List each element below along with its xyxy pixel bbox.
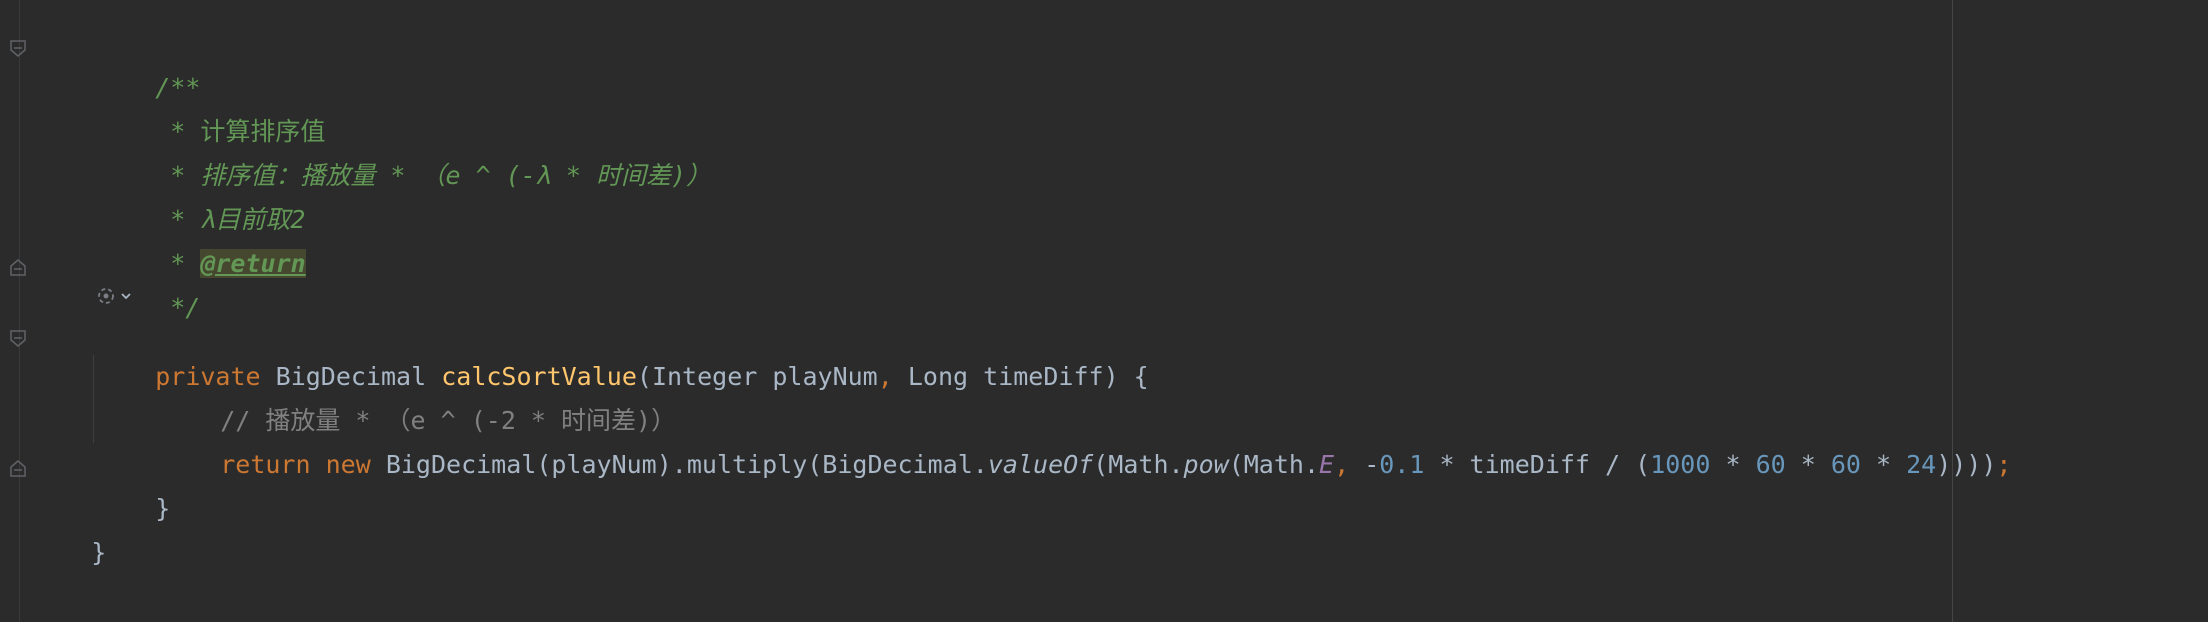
fold-icon[interactable] <box>10 35 26 57</box>
fold-icon[interactable] <box>10 454 26 477</box>
number-literal: 1000 <box>1650 450 1711 479</box>
fold-icon[interactable] <box>10 325 26 347</box>
code-segment: * <box>1860 450 1907 479</box>
code-segment: * <box>1785 450 1831 479</box>
code-segment: )))) <box>1936 450 1997 479</box>
code-line-3[interactable]: * 排序值：播放量 * （e ^ (-λ * 时间差)） <box>110 110 711 190</box>
param-type-2: Long <box>907 362 969 391</box>
number-literal: 60 <box>1755 450 1786 479</box>
chevron-down-icon[interactable] <box>119 285 133 307</box>
arg-comma: , <box>1334 450 1350 479</box>
code-line-4[interactable]: * λ目前取2 <box>110 154 305 234</box>
code-line-7[interactable]: private BigDecimal calcSortValue(Integer… <box>95 311 1149 391</box>
statement-semicolon: ; <box>1996 450 2012 479</box>
number-literal: 0.1 <box>1379 450 1425 479</box>
indent-guide <box>93 355 94 443</box>
param-comma: , <box>877 362 893 391</box>
class-close-brace: } <box>91 538 107 567</box>
code-line-5[interactable]: * @return <box>110 198 306 278</box>
code-segment: (Math. <box>1093 450 1184 479</box>
keyword-return: return <box>220 450 311 479</box>
number-literal: 60 <box>1830 450 1861 479</box>
fold-icon[interactable] <box>10 253 26 276</box>
number-literal: 24 <box>1906 450 1937 479</box>
code-segment: * <box>1710 450 1756 479</box>
param-name-1: playNum <box>772 362 878 391</box>
ai-assistant-icon[interactable] <box>95 284 139 308</box>
right-margin-guide <box>1952 0 1953 622</box>
code-line-2[interactable]: * 计算排序值 <box>110 66 325 146</box>
code-segment: * timeDiff / ( <box>1424 450 1651 479</box>
code-line-8[interactable]: // 播放量 * （e ^ (-2 * 时间差)） <box>160 355 676 435</box>
method-close-brace: } <box>155 494 171 523</box>
static-method-pow: pow <box>1183 450 1229 479</box>
code-line-9[interactable]: return new BigDecimal(playNum).multiply(… <box>160 399 2011 479</box>
code-line-6[interactable]: */ <box>110 242 200 322</box>
javadoc-return-tag[interactable]: @return <box>200 249 306 278</box>
editor-gutter <box>0 0 20 622</box>
keyword-new: new <box>325 450 371 479</box>
code-segment: - <box>1349 450 1380 479</box>
code-line-10[interactable]: } <box>95 443 170 523</box>
code-line-11[interactable]: } <box>31 487 106 567</box>
code-editor[interactable]: /** * 计算排序值 * 排序值：播放量 * （e ^ (-λ * 时间差)）… <box>0 0 2208 622</box>
param-name-2: timeDiff <box>983 362 1104 391</box>
paren-close-brace: ) { <box>1103 362 1149 391</box>
code-segment: BigDecimal(playNum).multiply(BigDecimal. <box>385 450 988 479</box>
code-line-1[interactable]: /** <box>95 22 200 102</box>
static-method-valueof: valueOf <box>987 450 1094 479</box>
code-segment: (Math. <box>1228 450 1320 479</box>
constant-e: E <box>1319 450 1335 479</box>
